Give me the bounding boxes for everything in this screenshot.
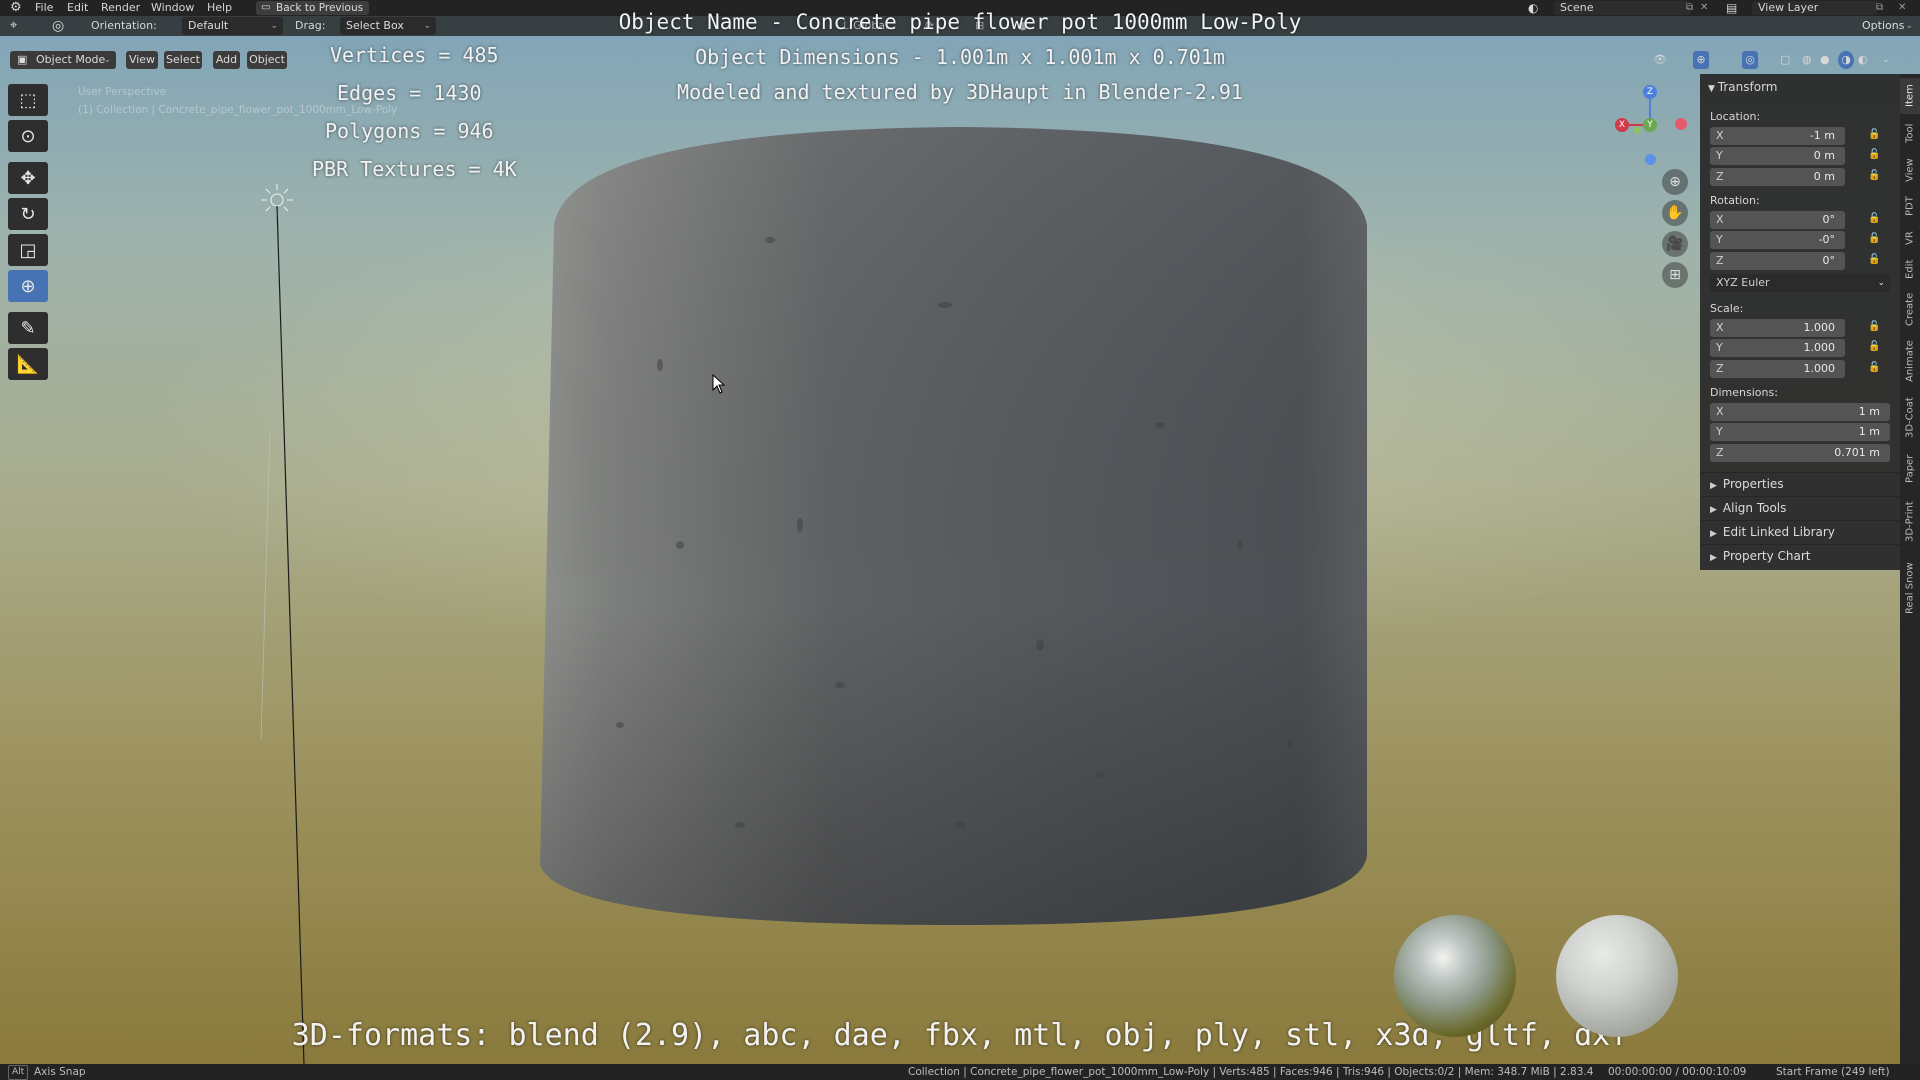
pan-hand-icon[interactable]: ✋ [1662,200,1688,226]
camera-view-icon[interactable]: 🎥 [1662,231,1688,257]
hdri-diffuse-sphere [1556,915,1678,1037]
lock-icon[interactable]: 🔓 [1868,254,1880,265]
start-frame-info: Start Frame (249 left) [1776,1066,1890,1078]
cursor-tool-icon[interactable]: ⊙ [8,120,48,152]
dimension-x-field[interactable]: X1 m [1710,403,1890,421]
chevron-right-icon: ▶ [1710,481,1717,491]
tab-vr[interactable]: VR [1900,224,1920,252]
lock-icon[interactable]: 🔓 [1868,149,1880,160]
edges-count: Edges = 1430 [337,81,482,105]
rotation-mode-dropdown[interactable]: XYZ Euler ⌄ [1710,274,1890,292]
tab-view[interactable]: View [1900,152,1920,188]
tab-item[interactable]: Item [1900,78,1920,114]
y-axis-icon[interactable]: Y [1643,118,1657,132]
mouse-cursor-icon [712,374,726,394]
location-z-field[interactable]: Z0 m [1710,168,1845,186]
scale-x-field[interactable]: X 1.000 [1710,319,1845,337]
dimensions-label: Dimensions: [1710,386,1778,399]
dimension-z-field[interactable]: Z 0.701 m [1710,444,1890,462]
concrete-pot-object[interactable] [540,125,1380,925]
tab-3d-coat[interactable]: 3D-Coat [1900,390,1920,446]
chevron-right-icon: ▶ [1710,505,1717,515]
alt-key-hint: Alt [8,1065,29,1080]
rotate-tool-icon[interactable]: ↻ [8,198,48,230]
zoom-icon[interactable]: ⊕ [1662,169,1688,195]
vertices-count: Vertices = 485 [330,43,499,67]
align-tools-panel-header[interactable]: ▶ Align Tools [1700,496,1900,519]
location-label: Location: [1710,110,1761,123]
rotation-label: Rotation: [1710,194,1760,207]
transform-tool-icon[interactable]: ⊕ [8,270,48,302]
tab-real-snow[interactable]: Real Snow [1900,554,1920,622]
tab-paper[interactable]: Paper [1900,448,1920,490]
textures-info: PBR Textures = 4K [312,157,517,181]
lock-icon[interactable]: 🔓 [1868,129,1880,140]
collection-info: (1) Collection | Concrete_pipe_flower_po… [78,104,398,116]
measure-tool-icon[interactable]: 📐 [8,348,48,380]
lock-icon[interactable]: 🔓 [1868,213,1880,224]
location-x-field[interactable]: X -1 m [1710,127,1845,145]
x-axis-icon[interactable]: X [1615,118,1629,132]
rotation-z-field[interactable]: Z 0° [1710,252,1845,270]
chevron-right-icon: ▶ [1710,553,1717,563]
polygons-count: Polygons = 946 [325,119,494,143]
neg-z-axis-icon[interactable] [1645,154,1656,165]
annotate-tool-icon[interactable]: ✎ [8,312,48,344]
tab-create[interactable]: Create [1900,286,1920,332]
tab-edit[interactable]: Edit [1900,254,1920,284]
chevron-down-icon: ▼ [1708,84,1718,94]
neg-x-axis-icon[interactable] [1675,118,1687,130]
status-bar: Alt Axis Snap Collection | Concrete_pipe… [0,1064,1920,1080]
lock-icon[interactable]: 🔓 [1868,362,1880,373]
axis-snap-hint: Axis Snap [34,1066,86,1078]
navigation-gizmo[interactable]: Z X Y [1605,80,1695,170]
property-chart-panel-header[interactable]: ▶ Property Chart [1700,544,1900,567]
toolbar: ⬚ ⊙ ✥ ↻ ◲ ⊕ ✎ 📐 [8,84,50,380]
z-axis-icon[interactable]: Z [1643,85,1657,99]
location-y-field[interactable]: Y0 m [1710,147,1845,165]
perspective-toggle-icon[interactable]: ⊞ [1662,262,1688,288]
rotation-x-field[interactable]: X 0° [1710,211,1845,229]
scale-y-field[interactable]: Y 1.000 [1710,339,1845,357]
tab-tool[interactable]: Tool [1900,116,1920,150]
sidebar-n-panel: ▼ Transform Location: X -1 m Y0 m Z0 m 🔓 … [1700,74,1900,570]
rotation-y-field[interactable]: Y -0° [1710,231,1845,249]
lock-icon[interactable]: 🔓 [1868,233,1880,244]
properties-panel-header[interactable]: ▶ Properties [1700,472,1900,495]
chevron-right-icon: ▶ [1710,529,1717,539]
light-object[interactable] [250,170,330,1070]
move-tool-icon[interactable]: ✥ [8,162,48,194]
scale-tool-icon[interactable]: ◲ [8,234,48,266]
lock-icon[interactable]: 🔓 [1868,170,1880,181]
tab-animate[interactable]: Animate [1900,334,1920,388]
neg-y-axis-icon[interactable] [1633,126,1641,134]
chevron-down-icon: ⌄ [1877,278,1885,288]
scale-label: Scale: [1710,302,1744,315]
timeline-time: 00:00:00:00 / 00:00:10:09 [1608,1066,1747,1078]
object-dimensions-overlay: Object Dimensions - 1.001m x 1.001m x 0.… [695,45,1225,69]
transform-panel-header[interactable]: ▼ Transform [1708,80,1778,94]
lock-icon[interactable]: 🔓 [1868,321,1880,332]
hdri-reflection-sphere [1394,915,1516,1037]
lock-icon[interactable]: 🔓 [1868,341,1880,352]
scale-z-field[interactable]: Z 1.000 [1710,360,1845,378]
dimension-y-field[interactable]: Y1 m [1710,423,1890,441]
tab-pdt[interactable]: PDT [1900,190,1920,222]
sidebar-tabs: Item Tool View PDT VR Edit Create Animat… [1900,74,1920,1064]
edit-linked-library-panel-header[interactable]: ▶ Edit Linked Library [1700,520,1900,543]
object-name-overlay: Object Name - Concrete pipe flower pot 1… [618,10,1302,34]
tab-3d-print[interactable]: 3D-Print [1900,492,1920,552]
scene-statistics: Collection | Concrete_pipe_flower_pot_10… [908,1066,1594,1078]
